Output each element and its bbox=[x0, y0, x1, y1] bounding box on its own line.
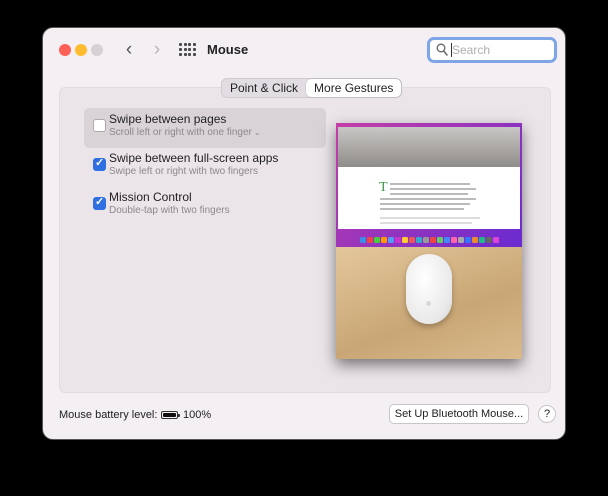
show-all-grid-icon[interactable] bbox=[179, 43, 196, 57]
tab-point-click[interactable]: Point & Click bbox=[222, 79, 306, 97]
window-title: Mouse bbox=[207, 42, 249, 57]
chevron-down-icon: ⌄ bbox=[253, 128, 261, 137]
help-button[interactable]: ? bbox=[538, 405, 556, 423]
swipe-apps-checkbox[interactable] bbox=[93, 156, 106, 171]
preview-dock bbox=[340, 235, 518, 245]
option-subtitle: Swipe left or right with two fingers bbox=[109, 166, 258, 177]
mission-control-checkbox[interactable] bbox=[93, 195, 106, 210]
chevron-right-icon[interactable]: › bbox=[147, 39, 167, 61]
search-field[interactable] bbox=[427, 37, 557, 63]
preview-dropcap: T bbox=[379, 180, 388, 195]
zoom-button[interactable] bbox=[91, 44, 103, 56]
option-subtitle: Scroll left or right with one finger bbox=[109, 127, 252, 138]
option-subtitle-dropdown[interactable]: Scroll left or right with one finger ⌄ bbox=[109, 127, 261, 138]
tab-bar: Point & Click More Gestures bbox=[221, 78, 403, 98]
title-bar: ‹ › Mouse bbox=[43, 28, 565, 72]
option-title: Mission Control bbox=[109, 190, 192, 204]
option-mission-control[interactable]: Mission Control Double-tap with two fing… bbox=[84, 186, 326, 226]
preview-screen: T bbox=[336, 123, 522, 247]
battery-label: Mouse battery level: bbox=[59, 409, 158, 421]
magnifier-icon bbox=[436, 43, 448, 57]
option-swipe-between-pages[interactable]: Swipe between pages Scroll left or right… bbox=[84, 108, 326, 148]
gesture-preview-video: T bbox=[336, 123, 522, 359]
option-title: Swipe between full-screen apps bbox=[109, 151, 279, 165]
magic-mouse-image bbox=[406, 254, 452, 324]
close-button[interactable] bbox=[59, 44, 71, 56]
setup-bluetooth-mouse-button[interactable]: Set Up Bluetooth Mouse... bbox=[389, 404, 529, 424]
battery-percent: 100% bbox=[183, 409, 212, 421]
battery-icon bbox=[161, 411, 180, 419]
search-input[interactable] bbox=[452, 42, 552, 58]
swipe-pages-checkbox[interactable] bbox=[93, 119, 106, 132]
preview-article-header bbox=[338, 127, 520, 167]
option-subtitle: Double-tap with two fingers bbox=[109, 205, 230, 216]
preview-article-page: T bbox=[338, 167, 520, 229]
apple-logo-icon bbox=[426, 301, 431, 306]
tab-more-gestures[interactable]: More Gestures bbox=[306, 79, 402, 97]
option-swipe-full-screen-apps[interactable]: Swipe between full-screen apps Swipe lef… bbox=[84, 147, 326, 187]
minimize-button[interactable] bbox=[75, 44, 87, 56]
mouse-preferences-window: ‹ › Mouse Swipe between pages Scroll lef… bbox=[42, 27, 566, 440]
chevron-left-icon[interactable]: ‹ bbox=[119, 39, 139, 61]
option-title: Swipe between pages bbox=[109, 112, 227, 126]
